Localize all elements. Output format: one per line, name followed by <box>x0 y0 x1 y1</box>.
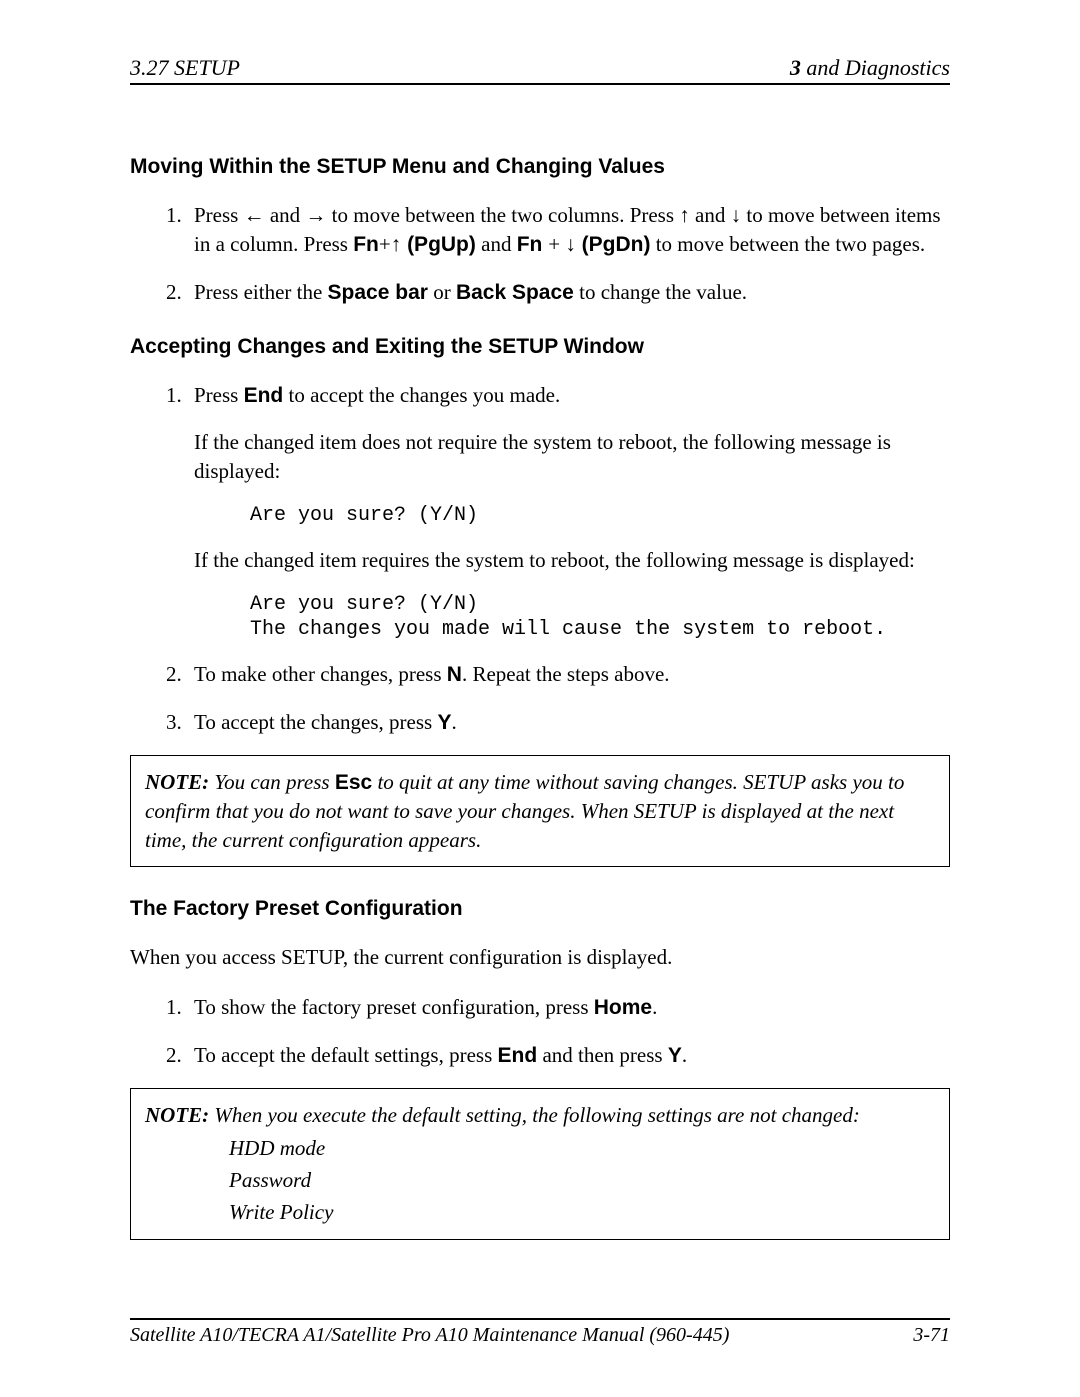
list-item: 3. To accept the changes, press Y. <box>166 708 950 737</box>
code-block: Are you sure? (Y/N) <box>250 503 950 528</box>
note-line: HDD mode <box>229 1134 935 1162</box>
list-item: 2. Press either the Space bar or Back Sp… <box>166 278 950 307</box>
item-number: 2. <box>166 1041 194 1070</box>
item-text: To make other changes, press N. Repeat t… <box>194 660 950 689</box>
item-text: Press ← and → to move between the two co… <box>194 201 950 260</box>
list-item: 1. Press ← and → to move between the two… <box>166 201 950 260</box>
item-number: 1. <box>166 993 194 1022</box>
arrow-right-icon: → <box>305 204 326 227</box>
item-text: Press End to accept the changes you made… <box>194 381 950 410</box>
note-label: NOTE: <box>145 770 209 794</box>
section-title-moving: Moving Within the SETUP Menu and Changin… <box>130 155 950 179</box>
item-text: Press either the Space bar or Back Space… <box>194 278 950 307</box>
list-item: 2. To accept the default settings, press… <box>166 1041 950 1070</box>
page-header: 3.27 SETUP 3 and Diagnostics <box>130 55 950 85</box>
item-number: 2. <box>166 278 194 307</box>
arrow-up-icon: ↑ <box>391 233 402 256</box>
section-title-accepting: Accepting Changes and Exiting the SETUP … <box>130 335 950 359</box>
list-accepting-top: 1. Press End to accept the changes you m… <box>166 381 950 410</box>
list-item: 1. Press End to accept the changes you m… <box>166 381 950 410</box>
arrow-up-icon: ↑ <box>679 204 690 227</box>
item-text: To accept the changes, press Y. <box>194 708 950 737</box>
header-left: 3.27 SETUP <box>130 55 240 81</box>
paragraph: When you access SETUP, the current confi… <box>130 943 950 971</box>
note-line: Password <box>229 1166 935 1194</box>
list-item: 1. To show the factory preset configurat… <box>166 993 950 1022</box>
paragraph: If the changed item does not require the… <box>194 428 950 485</box>
arrow-down-icon: ↓ <box>565 233 576 256</box>
esc-key: Esc <box>335 771 372 794</box>
list-item: 2. To make other changes, press N. Repea… <box>166 660 950 689</box>
header-right-bold: 3 <box>790 55 801 80</box>
section-title-factory: The Factory Preset Configuration <box>130 897 950 921</box>
item-number: 2. <box>166 660 194 689</box>
list-accepting-bottom: 2. To make other changes, press N. Repea… <box>166 660 950 737</box>
note-box-default: NOTE: When you execute the default setti… <box>130 1088 950 1239</box>
note-label: NOTE: <box>145 1103 209 1127</box>
arrow-down-icon: ↓ <box>731 204 742 227</box>
page-footer: Satellite A10/TECRA A1/Satellite Pro A10… <box>130 1318 950 1347</box>
header-right-rest: and Diagnostics <box>801 55 950 80</box>
code-block: Are you sure? (Y/N) The changes you made… <box>250 592 950 642</box>
note-box-esc: NOTE: You can press Esc to quit at any t… <box>130 755 950 867</box>
item-number: 1. <box>166 201 194 260</box>
footer-right: 3-71 <box>913 1324 950 1347</box>
list-factory: 1. To show the factory preset configurat… <box>166 993 950 1070</box>
item-text: To accept the default settings, press En… <box>194 1041 950 1070</box>
list-moving: 1. Press ← and → to move between the two… <box>166 201 950 307</box>
arrow-left-icon: ← <box>244 204 265 227</box>
page: 3.27 SETUP 3 and Diagnostics Moving With… <box>0 0 1080 1397</box>
note-line: Write Policy <box>229 1198 935 1226</box>
footer-left: Satellite A10/TECRA A1/Satellite Pro A10… <box>130 1324 729 1347</box>
header-right: 3 and Diagnostics <box>790 55 950 81</box>
item-number: 1. <box>166 381 194 410</box>
item-number: 3. <box>166 708 194 737</box>
paragraph: If the changed item requires the system … <box>194 546 950 574</box>
item-text: To show the factory preset configuration… <box>194 993 950 1022</box>
